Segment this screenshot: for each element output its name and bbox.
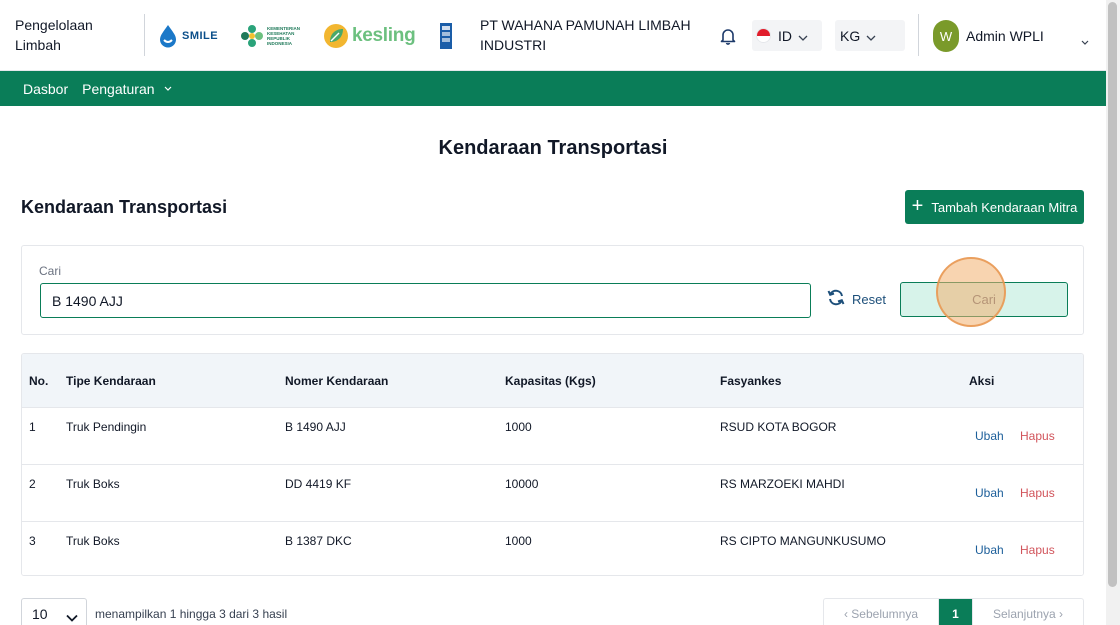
search-button[interactable]: Cari <box>900 282 1068 317</box>
language-value: ID <box>778 27 792 44</box>
company-name: PT WAHANA PAMUNAH LIMBAH INDUSTRI <box>480 17 691 53</box>
indonesia-flag-icon <box>756 28 771 43</box>
table-header: No. Tipe Kendaraan Nomer Kendaraan Kapas… <box>22 354 1083 408</box>
cell-plate: B 1387 DKC <box>285 534 352 548</box>
notification-bell-icon[interactable] <box>719 27 737 50</box>
search-label: Cari <box>39 264 62 278</box>
chevron-down-icon <box>798 28 808 44</box>
section-title: Kendaraan Transportasi <box>21 197 228 217</box>
cell-no: 3 <box>29 534 36 548</box>
chevron-down-icon[interactable] <box>1081 32 1089 50</box>
search-input[interactable] <box>40 283 811 318</box>
delete-link[interactable]: Hapus <box>1020 429 1055 443</box>
chevron-down-icon <box>866 28 876 44</box>
header-type: Tipe Kendaraan <box>66 374 156 388</box>
cell-plate: DD 4419 KF <box>285 477 352 491</box>
page-size-select[interactable]: 10 <box>21 598 87 625</box>
next-page-button[interactable]: Selanjutnya › <box>972 599 1083 625</box>
avatar: W <box>933 20 959 52</box>
delete-link[interactable]: Hapus <box>1020 543 1055 557</box>
cell-no: 2 <box>29 477 36 491</box>
kesling-logo-text: kesling <box>352 25 416 46</box>
kemenkes-logo-text: KEMENTERIAN KESEHATAN REPUBLIK INDONESIA <box>267 26 301 46</box>
previous-page-button[interactable]: ‹ Sebelumnya <box>824 599 939 625</box>
scrollbar-thumb[interactable] <box>1108 2 1117 587</box>
refresh-icon <box>827 289 845 309</box>
nav-dashboard[interactable]: Dasbor <box>23 81 68 97</box>
unit-select[interactable]: KG <box>835 20 905 51</box>
edit-link[interactable]: Ubah <box>975 543 1004 557</box>
main-nav: Dasbor Pengaturan <box>0 71 1106 106</box>
kemenkes-logo: KEMENTERIAN KESEHATAN REPUBLIK INDONESIA <box>240 20 301 52</box>
cell-no: 1 <box>29 420 36 434</box>
edit-link[interactable]: Ubah <box>975 429 1004 443</box>
page-size-value: 10 <box>32 606 48 622</box>
cell-type: Truk Pendingin <box>66 420 147 434</box>
vehicle-table: No. Tipe Kendaraan Nomer Kendaraan Kapas… <box>21 353 1084 576</box>
cell-facility: RS MARZOEKI MAHDI <box>720 477 845 491</box>
user-menu[interactable]: W Admin WPLI <box>933 20 1044 52</box>
header-no: No. <box>29 374 49 388</box>
reset-label: Reset <box>852 291 886 307</box>
nav-settings[interactable]: Pengaturan <box>82 81 171 97</box>
nav-settings-label: Pengaturan <box>82 80 155 97</box>
reset-button[interactable]: Reset <box>827 289 886 309</box>
undp-emblem-icon <box>440 23 452 49</box>
add-vehicle-label: Tambah Kendaraan Mitra <box>931 199 1078 215</box>
app-title: Pengelolaan Limbah <box>15 17 93 53</box>
edit-link[interactable]: Ubah <box>975 486 1004 500</box>
page-title: Kendaraan Transportasi <box>438 137 668 159</box>
cell-plate: B 1490 AJJ <box>285 420 346 434</box>
chevron-down-icon <box>164 86 172 91</box>
smile-logo: SMILE <box>157 20 218 52</box>
pagination: ‹ Sebelumnya 1 Selanjutnya › <box>823 598 1084 625</box>
table-row: 2 Truk Boks DD 4419 KF 10000 RS MARZOEKI… <box>22 465 1083 522</box>
kemenkes-emblem-icon <box>241 25 263 47</box>
water-drop-icon <box>160 25 176 48</box>
delete-link[interactable]: Hapus <box>1020 486 1055 500</box>
cell-facility: RSUD KOTA BOGOR <box>720 420 837 434</box>
user-name: Admin WPLI <box>966 28 1044 44</box>
header-plate: Nomer Kendaraan <box>285 374 389 388</box>
table-row: 1 Truk Pendingin B 1490 AJJ 1000 RSUD KO… <box>22 408 1083 465</box>
table-row: 3 Truk Boks B 1387 DKC 1000 RS CIPTO MAN… <box>22 522 1083 575</box>
cell-type: Truk Boks <box>66 477 120 491</box>
leaf-icon <box>324 24 348 48</box>
cell-capacity: 1000 <box>505 420 532 434</box>
header-action: Aksi <box>969 374 995 388</box>
header-capacity: Kapasitas (Kgs) <box>505 374 596 388</box>
smile-logo-text: SMILE <box>182 30 219 42</box>
current-page-button[interactable]: 1 <box>939 599 972 625</box>
chevron-down-icon <box>66 609 78 625</box>
cell-type: Truk Boks <box>66 534 120 548</box>
results-summary: menampilkan 1 hingga 3 dari 3 hasil <box>95 607 288 621</box>
plus-icon: + <box>911 195 924 217</box>
language-select[interactable]: ID <box>752 20 822 51</box>
search-panel: Cari Reset Cari <box>21 245 1084 335</box>
cell-capacity: 1000 <box>505 534 532 548</box>
cell-facility: RS CIPTO MANGUNKUSUMO <box>720 534 886 548</box>
undp-logo <box>440 20 452 52</box>
header-divider <box>144 14 145 56</box>
cell-capacity: 10000 <box>505 477 539 491</box>
unit-value: KG <box>840 27 861 44</box>
header-divider <box>918 14 919 56</box>
kesling-logo: kesling <box>323 20 416 52</box>
top-header: Pengelolaan Limbah SMILE KEMENTERIAN KES… <box>0 0 1106 71</box>
header-facility: Fasyankes <box>720 374 782 388</box>
add-vehicle-button[interactable]: + Tambah Kendaraan Mitra <box>905 190 1084 224</box>
